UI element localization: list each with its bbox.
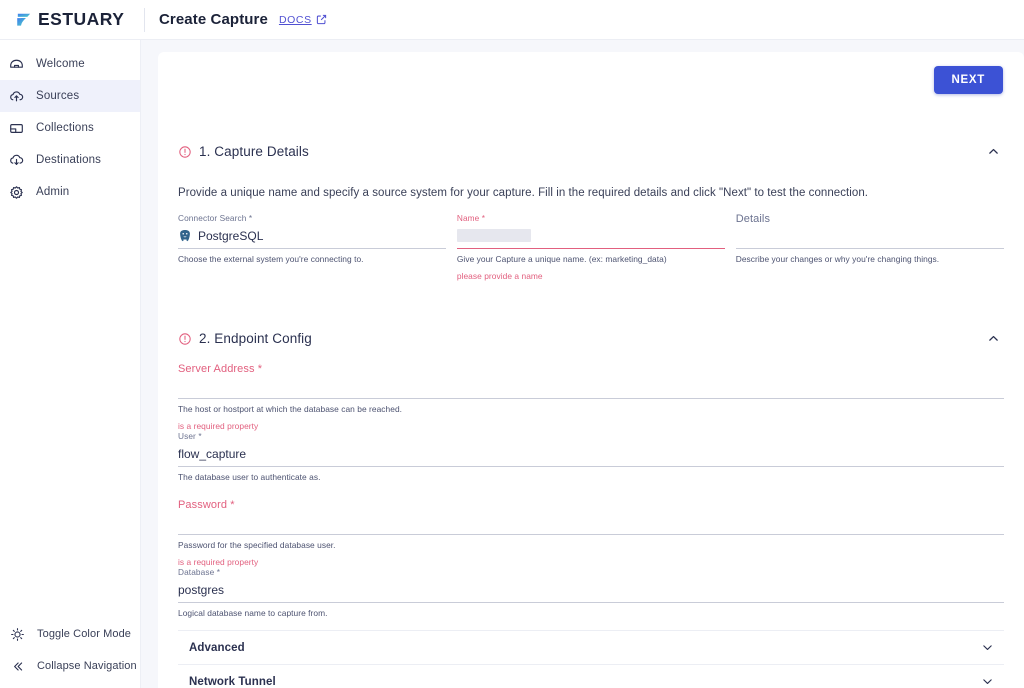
- field-spacer-1: [446, 213, 457, 281]
- field-spacer-2: [725, 213, 736, 281]
- section-header-endpoint-config[interactable]: 2. Endpoint Config: [178, 331, 1004, 346]
- user-help: The database user to authenticate as.: [178, 472, 321, 482]
- docs-link-label: DOCS: [278, 13, 312, 26]
- sidebar-item-collections-label: Collections: [36, 122, 94, 134]
- server-address-help: The host or hostport at which the databa…: [178, 404, 403, 414]
- chevron-up-icon[interactable]: [987, 145, 1000, 158]
- sidebar-item-admin-label: Admin: [36, 186, 70, 198]
- sidebar-bottom-actions: Toggle Color Mode Collapse Navigation: [0, 618, 141, 682]
- password-label: Password *: [178, 499, 235, 511]
- home-icon: [10, 59, 23, 68]
- database-input[interactable]: postgres: [178, 577, 1004, 603]
- chevron-up-icon[interactable]: [987, 332, 1000, 345]
- sun-icon: [11, 627, 24, 641]
- user-label: User *: [178, 431, 202, 441]
- toggle-color-mode-button[interactable]: Toggle Color Mode: [0, 618, 141, 650]
- connector-search-input[interactable]: PostgreSQL: [178, 223, 447, 249]
- connector-search-label: Connector Search *: [178, 213, 253, 223]
- user-value: flow_capture: [178, 446, 247, 461]
- create-capture-card: NEXT 1. Capture Details Provide a unique…: [158, 52, 1024, 688]
- sidebar-item-welcome[interactable]: Welcome: [0, 48, 140, 80]
- endpoint-config-fields: Server Address * The host or hostport at…: [178, 346, 1004, 688]
- external-link-icon: [316, 14, 326, 25]
- sidebar-item-welcome-label: Welcome: [36, 58, 85, 70]
- connector-search-field: Connector Search * PostgreSQL Choose the…: [178, 213, 447, 281]
- user-input[interactable]: flow_capture: [178, 441, 1004, 467]
- capture-details-description: Provide a unique name and specify a sour…: [178, 187, 869, 199]
- postgresql-icon: [180, 229, 190, 241]
- toggle-color-mode-label: Toggle Color Mode: [37, 628, 132, 640]
- database-label: Database *: [178, 567, 221, 577]
- brand-logo[interactable]: ESTUARY: [0, 0, 140, 40]
- main-content-area: NEXT 1. Capture Details Provide a unique…: [141, 40, 1024, 688]
- details-label: Details: [735, 213, 771, 225]
- connector-search-value: PostgreSQL: [198, 228, 264, 243]
- sidebar-item-destinations-label: Destinations: [36, 154, 102, 166]
- chevron-down-icon[interactable]: [981, 675, 994, 688]
- database-field: Database * postgres Logical database nam…: [178, 567, 1004, 618]
- password-error: is a required property: [178, 557, 259, 567]
- gear-icon: [10, 185, 23, 199]
- server-address-input[interactable]: [178, 375, 1004, 399]
- next-button[interactable]: NEXT: [933, 66, 1003, 94]
- server-address-error: is a required property: [178, 421, 259, 431]
- capture-details-fields: Connector Search * PostgreSQL Choose the…: [178, 213, 1004, 281]
- section-title-capture-details: 1. Capture Details: [199, 144, 309, 159]
- brand-name: ESTUARY: [38, 8, 125, 29]
- estuary-logo-icon: [17, 13, 31, 26]
- card-toolbar: NEXT: [178, 66, 1004, 94]
- capture-name-input[interactable]: [456, 223, 726, 249]
- sidebar-item-admin[interactable]: Admin: [0, 176, 140, 208]
- cloud-upload-icon: [10, 90, 24, 101]
- alert-circle-icon: [179, 145, 191, 158]
- database-help: Logical database name to capture from.: [178, 608, 328, 618]
- accordion-network-tunnel-label: Network Tunnel: [189, 675, 276, 688]
- section-title-endpoint-config: 2. Endpoint Config: [199, 331, 312, 346]
- capture-name-field: Name * Give your Capture a unique name. …: [456, 213, 726, 281]
- connector-search-help: Choose the external system you're connec…: [178, 254, 364, 264]
- password-input[interactable]: [178, 511, 1004, 535]
- chevron-double-left-icon: [14, 661, 23, 671]
- sidebar-item-sources[interactable]: Sources: [0, 80, 140, 112]
- alert-circle-icon: [179, 332, 191, 345]
- details-input[interactable]: [735, 225, 1004, 249]
- docs-link[interactable]: DOCS: [279, 14, 327, 26]
- server-address-label: Server Address *: [178, 363, 263, 375]
- capture-name-help: Give your Capture a unique name. (ex: ma…: [456, 254, 667, 264]
- accordion-network-tunnel[interactable]: Network Tunnel: [178, 665, 1004, 688]
- cloud-download-icon: [10, 154, 24, 165]
- chevron-down-icon[interactable]: [981, 641, 994, 654]
- collapse-navigation-button[interactable]: Collapse Navigation: [0, 650, 141, 682]
- capture-name-redacted-value: [456, 229, 531, 242]
- section-header-capture-details[interactable]: 1. Capture Details: [178, 144, 1004, 159]
- server-address-field: Server Address * The host or hostport at…: [178, 363, 1004, 431]
- top-bar: ESTUARY Create Capture DOCS: [0, 0, 1024, 40]
- database-value: postgres: [178, 582, 225, 597]
- sidebar-item-collections[interactable]: Collections: [0, 112, 140, 144]
- user-field: User * flow_capture The database user to…: [178, 431, 1004, 482]
- sidebar-item-destinations[interactable]: Destinations: [0, 144, 140, 176]
- password-field: Password * Password for the specified da…: [178, 499, 1004, 567]
- collections-icon: [10, 123, 23, 133]
- collapse-navigation-label: Collapse Navigation: [37, 660, 137, 672]
- accordion-advanced-label: Advanced: [189, 641, 245, 654]
- password-help: Password for the specified database user…: [178, 540, 336, 550]
- sidebar: Welcome Sources Collections Destinations: [0, 40, 141, 688]
- sidebar-nav-list: Welcome Sources Collections Destinations: [0, 40, 140, 208]
- capture-name-label: Name *: [456, 213, 486, 223]
- header-divider: [144, 7, 145, 32]
- details-help: Describe your changes or why you're chan…: [735, 254, 940, 264]
- endpoint-config-accordions: Advanced Network Tunnel: [178, 630, 1004, 688]
- details-field: Details Describe your changes or why you…: [735, 213, 1004, 281]
- page-title: Create Capture: [159, 11, 268, 28]
- capture-name-error: please provide a name: [456, 271, 543, 281]
- sidebar-item-sources-label: Sources: [36, 90, 80, 102]
- accordion-advanced[interactable]: Advanced: [178, 631, 1004, 665]
